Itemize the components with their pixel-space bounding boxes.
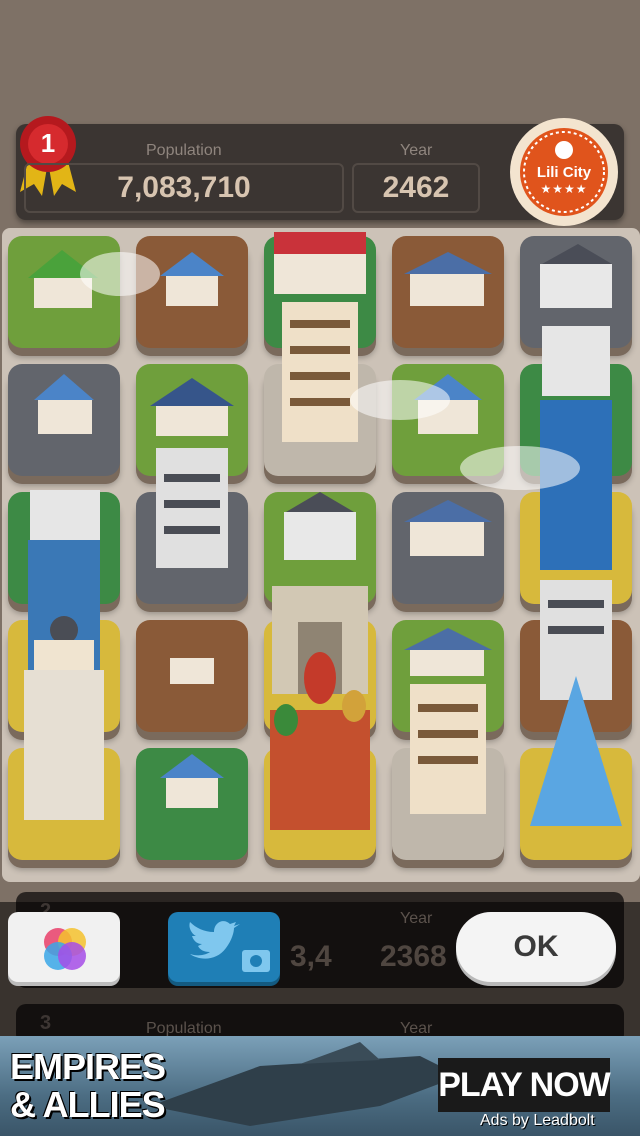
game-center-button[interactable]	[8, 912, 120, 982]
house-icon	[160, 754, 224, 808]
second-entry-year: 2368	[380, 940, 447, 973]
house-icon	[150, 378, 234, 436]
city-badge-stars: ★★★★	[540, 182, 588, 196]
city-badge-name: Lili City	[536, 164, 592, 181]
house-icon	[284, 492, 356, 560]
apartment-tower-icon	[282, 302, 358, 442]
population-label: Population	[146, 142, 222, 159]
house-icon	[34, 374, 94, 434]
house-icon	[540, 244, 612, 308]
house-icon	[160, 252, 224, 306]
third-entry-rank: 3	[40, 1012, 52, 1034]
rank-number: 1	[40, 128, 56, 158]
house-icon	[404, 252, 492, 306]
game-center-icon	[44, 928, 86, 970]
skyscraper-icon	[540, 326, 612, 570]
twitter-share-button[interactable]	[168, 912, 280, 982]
second-entry-population: 3,4	[290, 940, 332, 973]
cottage-icon	[166, 632, 218, 684]
ad-title: EMPIRES & ALLIES	[10, 1046, 166, 1125]
office-icon	[156, 448, 228, 568]
ad-title-line2: & ALLIES	[10, 1084, 166, 1125]
year-label: Year	[400, 142, 433, 159]
apartment-icon	[274, 232, 366, 294]
apartment-tower-icon	[410, 684, 486, 814]
twitter-bird-icon	[189, 921, 270, 972]
population-value: 7,083,710	[24, 163, 344, 213]
ad-title-line1: EMPIRES	[10, 1046, 166, 1087]
empire-state-icon	[24, 616, 104, 820]
buildings-layer	[24, 232, 622, 830]
ad-play-now-button[interactable]: PLAY NOW	[438, 1058, 611, 1112]
house-icon	[404, 500, 492, 556]
second-entry-year-label: Year	[400, 910, 433, 927]
house-icon	[404, 628, 492, 676]
ad-attribution: Ads by Leadbolt	[480, 1112, 595, 1129]
ok-button[interactable]: OK	[456, 912, 616, 982]
year-value: 2462	[352, 163, 480, 213]
